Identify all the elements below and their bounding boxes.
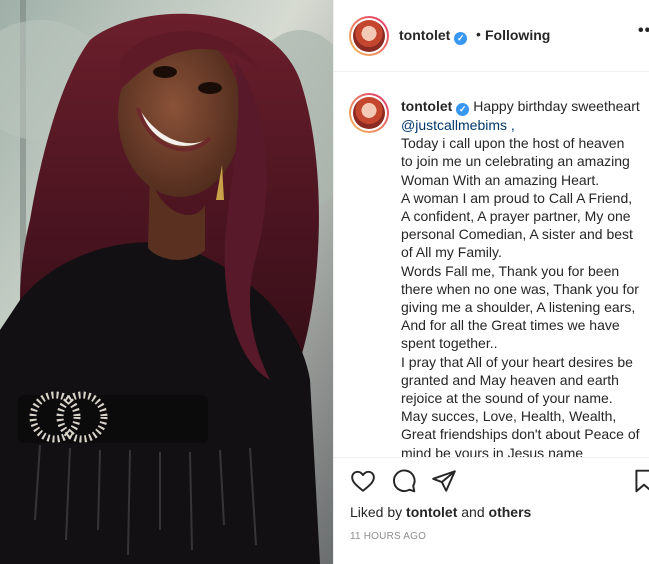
caption-author-avatar[interactable] <box>349 93 389 133</box>
heart-icon[interactable] <box>350 468 376 494</box>
caption-line: rejoice at the sound of your name. <box>401 390 613 407</box>
caption-line: I pray that All of your heart desires be <box>401 353 633 370</box>
follow-separator: • <box>476 26 481 42</box>
likes-summary: Liked by tontolet and others <box>350 504 531 520</box>
caption-line: to join me un celebrating an amazing <box>401 153 630 170</box>
caption-line: May succes, Love, Health, Wealth, <box>401 408 617 425</box>
verified-badge-icon: ✓ <box>456 103 470 116</box>
caption-section: tontolet ✓ Happy birthday sweetheart @jus… <box>334 73 649 457</box>
comment-icon[interactable] <box>391 468 417 494</box>
caption-line: A confident, A prayer partner, My one <box>401 208 631 225</box>
following-button[interactable]: Following <box>485 27 550 43</box>
caption-line: Happy birthday sweetheart <box>473 98 640 114</box>
liked-joiner: and <box>461 504 485 520</box>
liked-prefix: Liked by <box>350 504 403 520</box>
paper-plane-icon[interactable] <box>431 468 457 494</box>
post-timestamp[interactable]: 11 HOURS AGO <box>350 531 426 542</box>
caption-line: granted and May heaven and earth <box>401 371 619 388</box>
action-bar: Liked by tontolet and others 11 HOURS AG… <box>334 457 649 564</box>
liked-others-link[interactable]: others <box>489 504 532 520</box>
caption-line: there when no one was, Thank you for <box>401 280 639 297</box>
more-options-icon[interactable]: ••• <box>638 22 649 40</box>
liked-by-user-link[interactable]: tontolet <box>406 504 457 520</box>
caption-line: of All my Family. <box>401 244 502 261</box>
caption-line: A woman I am proud to Call A Friend, <box>401 189 633 206</box>
portrait-illustration <box>0 0 333 564</box>
bookmark-icon[interactable] <box>631 468 649 494</box>
author-avatar[interactable] <box>349 16 389 56</box>
caption-line: Words Fall me, Thank you for been <box>401 262 620 279</box>
caption-text: tontolet ✓ Happy birthday sweetheart @jus… <box>401 97 647 457</box>
caption-line: And for all the Great times we have <box>401 317 620 334</box>
author-username[interactable]: tontolet ✓ <box>399 27 468 45</box>
caption-line: Great friendships don't about Peace of <box>401 426 640 443</box>
post-side-panel: tontolet✓ • Following ••• tontolet✓ Happ… <box>333 0 649 564</box>
caption-line: giving me a shoulder, A listening ears, <box>401 299 636 316</box>
caption-author-username[interactable]: tontolet <box>401 98 452 114</box>
caption-line: spent together.. <box>401 335 498 352</box>
caption-line: Today i call upon the host of heaven <box>401 135 625 152</box>
caption-line: mind be yours in Jesus name <box>401 444 584 457</box>
caption-line: personal Comedian, A sister and best <box>401 226 633 243</box>
caption-mention-link[interactable]: @justcallmebims , <box>401 116 647 134</box>
caption-line: Woman With an amazing Heart. <box>401 171 600 188</box>
post-photo[interactable] <box>0 0 333 564</box>
caption-first-line: tontolet ✓ Happy birthday sweetheart <box>401 97 647 116</box>
post-header: tontolet✓ • Following ••• <box>334 0 649 72</box>
verified-badge-icon: ✓ <box>454 32 468 45</box>
